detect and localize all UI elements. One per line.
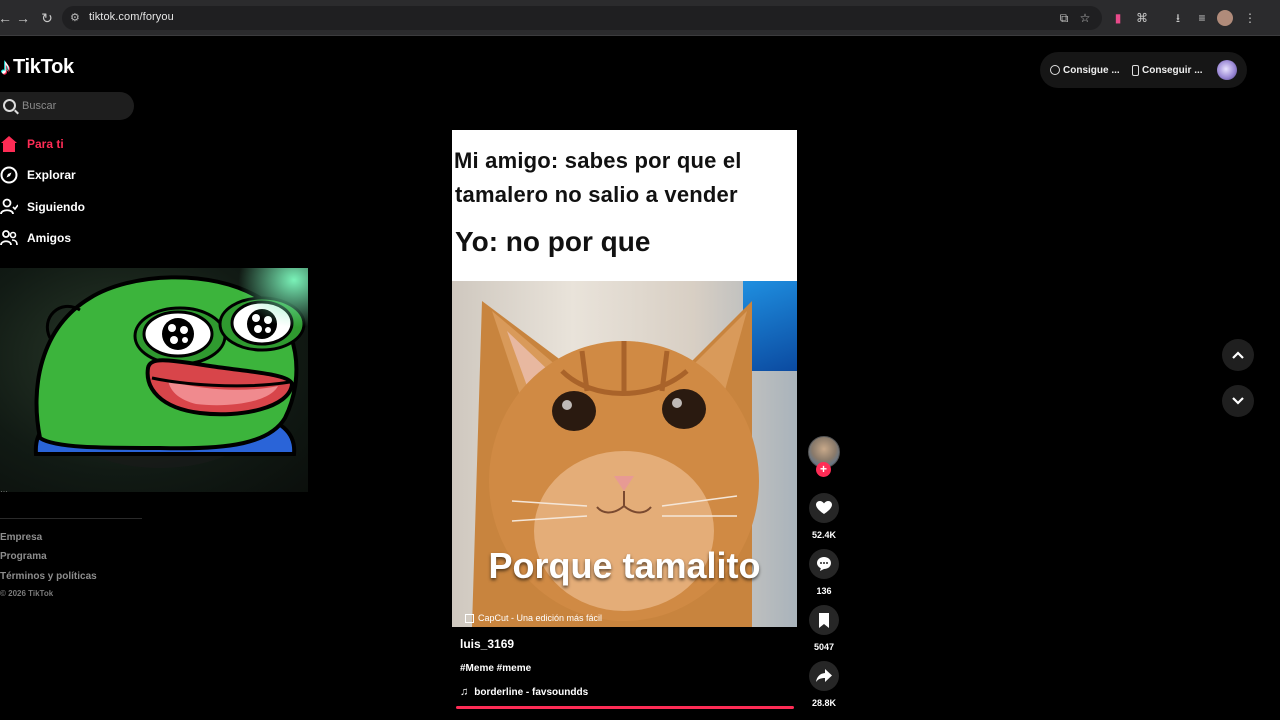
meme-line-1: Mi amigo: sabes por que el <box>454 148 742 173</box>
meme-line-2: tamalero no salio a vender <box>455 182 738 207</box>
get-coins-label: Consigue ... <box>1063 64 1120 76</box>
sidebar-item-siguiendo[interactable]: Siguiendo <box>0 195 140 219</box>
author-username[interactable]: luis_3169 <box>460 637 514 651</box>
tiktok-logo[interactable]: ♪ TikTok <box>0 54 74 80</box>
more-menu-icon[interactable]: ⋮ <box>1242 10 1258 26</box>
footer-link-terminos[interactable]: Términos y políticas <box>0 571 97 582</box>
compass-icon <box>0 166 18 184</box>
previous-video-button[interactable] <box>1222 339 1254 371</box>
sidebar-item-explorar[interactable]: Explorar <box>0 163 140 187</box>
video-progress-bar[interactable] <box>456 706 794 709</box>
comment-button[interactable] <box>809 549 839 579</box>
logo-text: TikTok <box>13 55 74 78</box>
search-icon[interactable] <box>3 99 16 112</box>
sidebar-item-amigos[interactable]: Amigos <box>0 226 140 250</box>
phone-icon <box>1132 64 1139 76</box>
streamer-webcam-overlay <box>0 268 308 492</box>
footer-link-programa[interactable]: Programa <box>0 551 47 562</box>
sidebar-divider <box>0 518 142 519</box>
download-icon[interactable]: ⭳ <box>1170 10 1186 26</box>
save-button[interactable] <box>809 605 839 635</box>
background-light <box>238 268 308 328</box>
back-icon[interactable]: ← <box>0 9 14 27</box>
capcut-watermark: CapCut - Una edición más fácil <box>465 613 602 623</box>
footer-link-empresa[interactable]: Empresa <box>0 532 42 543</box>
site-settings-icon[interactable]: ⚙ <box>70 11 84 25</box>
get-app-button[interactable]: Conseguir ... <box>1132 63 1203 77</box>
get-coins-button[interactable]: Consigue ... <box>1050 63 1120 77</box>
follow-plus-icon[interactable]: + <box>816 462 831 477</box>
music-note-icon: ♫ <box>460 686 469 698</box>
heart-icon <box>816 501 832 514</box>
capcut-icon <box>465 613 474 623</box>
sidebar-item-label: Para ti <box>27 137 64 151</box>
chevron-up-icon <box>1232 351 1244 359</box>
share-arrow-icon <box>816 669 832 682</box>
coin-icon <box>1050 65 1060 75</box>
meme-text-panel: Mi amigo: sabes por que el tamalero no s… <box>452 130 797 281</box>
sidebar-item-label: Amigos <box>27 231 72 245</box>
like-count: 52.4K <box>811 530 837 540</box>
search-input[interactable] <box>22 98 122 114</box>
share-button[interactable] <box>809 661 839 691</box>
forward-icon[interactable]: → <box>14 9 32 27</box>
url-text[interactable]: tiktok.com/foryou <box>89 11 174 23</box>
profile-avatar-icon[interactable] <box>1217 10 1233 26</box>
extension-icon[interactable]: ▮ <box>1110 10 1126 26</box>
next-video-button[interactable] <box>1222 385 1254 417</box>
friends-icon <box>0 229 18 247</box>
search-box[interactable] <box>0 92 134 120</box>
install-app-icon[interactable]: ⧉ <box>1056 10 1072 26</box>
copyright: © 2026 TikTok <box>0 589 54 598</box>
bookmark-icon <box>819 612 829 628</box>
capcut-text: CapCut - Una edición más fácil <box>478 613 603 623</box>
music-info[interactable]: ♫ borderline - favsoundds <box>460 686 588 698</box>
address-bar[interactable]: ⚙ tiktok.com/foryou <box>62 6 1102 30</box>
meme-line-3: Yo: no por que <box>455 226 651 257</box>
following-icon <box>0 198 19 216</box>
tiktok-note-icon: ♪ <box>0 54 11 79</box>
truncated-sidebar-text: … <box>0 485 8 494</box>
extensions-puzzle-icon[interactable]: ⌘ <box>1134 10 1150 26</box>
video-player[interactable]: Mi amigo: sabes por que el tamalero no s… <box>452 130 797 627</box>
header-actions: Consigue ... Conseguir ... <box>1040 52 1247 88</box>
save-count: 5047 <box>813 642 835 652</box>
sidebar-item-para-ti[interactable]: Para ti <box>0 132 140 156</box>
sidebar-item-label: Explorar <box>27 168 76 182</box>
browser-toolbar: ← → ↻ ⚙ tiktok.com/foryou ⧉ ☆ ▮ ⌘ ⭳ ≡ ⋮ <box>0 0 1280 36</box>
sidebar-item-label: Siguiendo <box>27 200 85 214</box>
home-icon <box>0 135 18 153</box>
get-app-label: Conseguir ... <box>1142 64 1203 76</box>
share-count: 28.8K <box>811 698 837 708</box>
video-hashtags[interactable]: #Meme #meme <box>460 663 531 674</box>
bookmark-star-icon[interactable]: ☆ <box>1077 10 1093 26</box>
like-button[interactable] <box>809 493 839 523</box>
chevron-down-icon <box>1232 397 1244 405</box>
comment-icon <box>817 557 831 571</box>
comment-count: 136 <box>816 586 832 596</box>
reading-list-icon[interactable]: ≡ <box>1194 10 1210 26</box>
music-title: borderline - favsoundds <box>474 686 589 698</box>
user-avatar[interactable] <box>1217 60 1237 80</box>
video-caption-overlay: Porque tamalito <box>488 545 761 586</box>
reload-icon[interactable]: ↻ <box>38 9 56 27</box>
